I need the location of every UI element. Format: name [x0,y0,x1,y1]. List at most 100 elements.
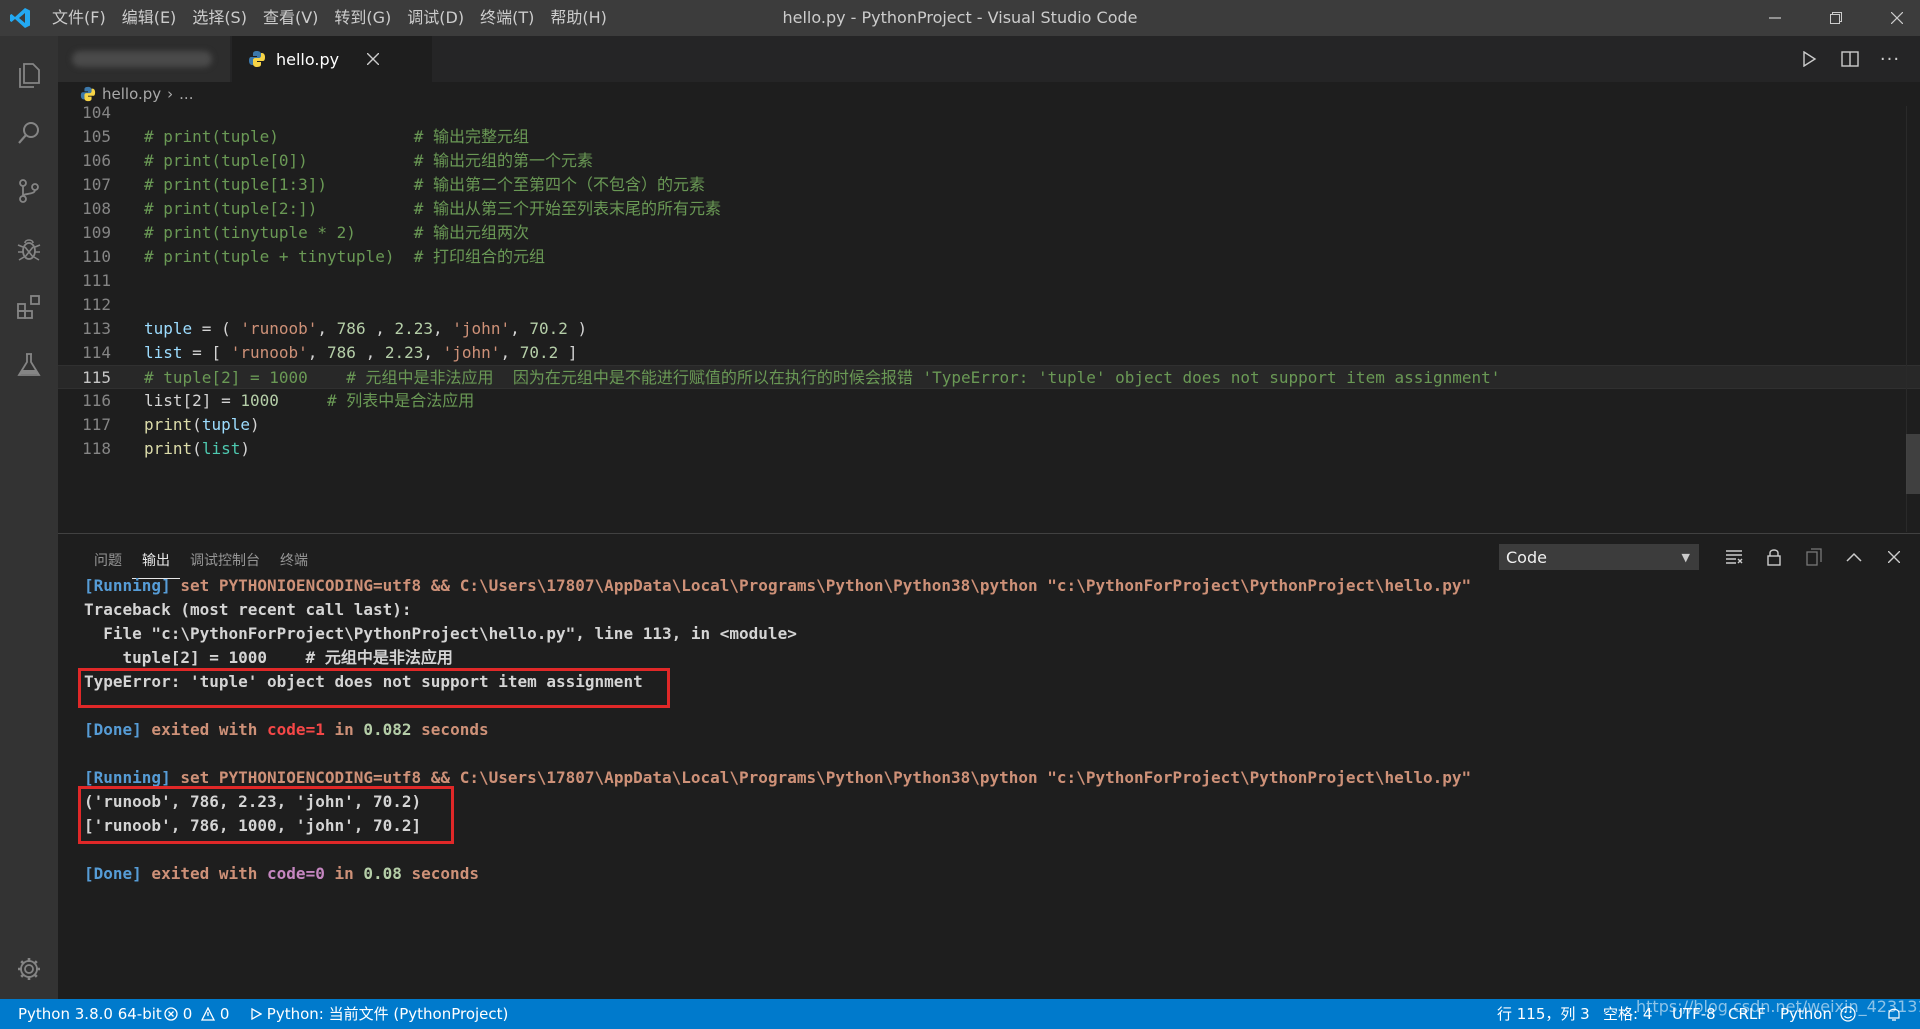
code-line[interactable]: 117 print(tuple) [58,413,1920,437]
code-line[interactable]: 109 # print(tinytuple * 2) # 输出元组两次 [58,221,1920,245]
code-line[interactable]: 113 tuple = ( 'runoob', 786 , 2.23, 'john… [58,317,1920,341]
output-line: [Done] exited with code=1 in 0.082 secon… [84,718,489,742]
highlight-box-result [78,786,454,844]
code-line[interactable]: 105 # print(tuple) # 输出完整元组 [58,125,1920,149]
maximize-panel-button[interactable] [1838,542,1870,572]
menu-item-4[interactable]: 转到(G) [326,0,399,36]
line-number: 116 [82,391,111,410]
manage-button[interactable] [0,940,58,998]
code-token: , [355,343,385,362]
status-bar: Python 3.8.0 64-bit 0 0 Python: 当前文件 (Py… [0,999,1920,1029]
menu-item-7[interactable]: 帮助(H) [542,0,615,36]
code-token: , [510,319,530,338]
cursor-position[interactable]: 行 115，列 3 [1497,999,1590,1029]
code-line[interactable]: 114 list = [ 'runoob', 786 , 2.23, 'john'… [58,341,1920,365]
code-token: list[2] = [144,391,241,410]
source-control-button[interactable] [0,162,58,220]
line-number: 111 [82,271,111,290]
output-channel-select[interactable]: Code ▼ [1499,544,1699,570]
explorer-button[interactable] [0,46,58,104]
open-log-button[interactable] [1798,542,1830,572]
warning-icon [201,1006,216,1021]
output-token: seconds [411,720,489,739]
menu-item-6[interactable]: 终端(T) [472,0,542,36]
code-line[interactable]: 118 print(list) [58,437,1920,461]
python-interpreter[interactable]: Python 3.8.0 64-bit [18,999,162,1029]
code-line[interactable]: 104 [58,106,1920,125]
test-button[interactable] [0,336,58,394]
output-token: code=0 [267,864,325,883]
tab-blurred[interactable] [58,36,230,82]
more-actions-button[interactable]: ··· [1870,36,1910,82]
line-code: # print(tuple) # 输出完整元组 [144,125,529,149]
split-editor-button[interactable] [1830,36,1870,82]
line-number: 115 [82,368,111,387]
output-line: tuple[2] = 1000 # 元组中是非法应用 [84,646,453,670]
menu-item-3[interactable]: 查看(V) [255,0,326,36]
activity-bar [0,36,58,999]
code-token: # print(tuple[1:3]) # 输出第二个至第四个（不包含）的元素 [144,175,705,194]
code-token: ) [240,439,250,458]
minimize-button[interactable] [1752,0,1798,36]
line-code: list[2] = 1000 # 列表中是合法应用 [144,389,474,413]
close-panel-button[interactable] [1878,542,1910,572]
menu-item-1[interactable]: 编辑(E) [114,0,185,36]
menu-item-5[interactable]: 调试(D) [399,0,472,36]
code-line[interactable]: 111 [58,269,1920,293]
code-line[interactable]: 116 list[2] = 1000 # 列表中是合法应用 [58,389,1920,413]
code-line[interactable]: 110 # print(tuple + tinytuple) # 打印组合的元组 [58,245,1920,269]
output-token: [Done] [84,720,142,739]
title-bar: 文件(F) 编辑(E) 选择(S) 查看(V) 转到(G) 调试(D) 终端(T) 帮助(H)… [0,0,1920,36]
lock-scroll-button[interactable] [1758,542,1790,572]
code-token: 70.2 [519,343,559,362]
line-code: # print(tuple[1:3]) # 输出第二个至第四个（不包含）的元素 [144,173,705,197]
code-token: 1000 [240,391,279,410]
breadcrumb-symbols[interactable]: ... [179,85,193,103]
code-token: # print(tuple + tinytuple) # 打印组合的元组 [144,247,545,266]
code-line[interactable]: 115 # tuple[2] = 1000 # 元组中是非法应用 因为在元组中是不… [58,365,1920,389]
output-token: set PYTHONIOENCODING=utf8 && C:\Users\17… [170,768,1472,787]
restore-button[interactable] [1813,0,1859,36]
menu-item-0[interactable]: 文件(F) [44,0,114,36]
code-line[interactable]: 108 # print(tuple[2:]) # 输出从第三个开始至列表末尾的所有… [58,197,1920,221]
menu-bar: 文件(F) 编辑(E) 选择(S) 查看(V) 转到(G) 调试(D) 终端(T) 帮助(H) [44,0,615,36]
debug-button[interactable] [0,220,58,278]
search-button[interactable] [0,104,58,162]
breadcrumb-file[interactable]: hello.py [102,85,161,103]
code-line[interactable]: 106 # print(tuple[0]) # 输出元组的第一个元素 [58,149,1920,173]
tab-hello-py[interactable]: hello.py [232,36,432,82]
panel-tab-2[interactable]: 调试控制台 [180,544,270,578]
close-tab-icon[interactable] [367,53,380,65]
output-line: [Done] exited with code=0 in 0.08 second… [84,862,479,886]
output-token: Traceback (most recent call last): [84,600,412,619]
output-token: [Running] [84,576,171,595]
code-token: , [307,343,328,362]
code-token: ) [567,319,588,338]
source-control-icon [19,179,39,203]
editor-scrollbar[interactable] [1906,434,1920,494]
code-token: list [144,343,183,362]
code-token: 786 [327,343,356,362]
run-button[interactable] [1789,36,1829,82]
output-token: 0.08 [363,864,402,883]
extensions-button[interactable] [0,278,58,336]
panel-tab-3[interactable]: 终端 [270,544,318,578]
python-file-icon [80,86,96,102]
code-token: # print(tinytuple * 2) # 输出元组两次 [144,223,529,242]
clear-output-button[interactable] [1718,542,1750,572]
panel-tab-0[interactable]: 问题 [84,544,132,578]
close-window-button[interactable] [1874,0,1920,36]
code-token: tuple [201,415,250,434]
search-icon [18,122,39,144]
code-line[interactable]: 112 [58,293,1920,317]
problems-indicator[interactable]: 0 0 [164,999,229,1029]
menu-item-2[interactable]: 选择(S) [184,0,255,36]
run-target[interactable]: Python: 当前文件 (PythonProject) [250,999,508,1029]
editor-tab-bar: hello.py ··· [58,36,1920,82]
code-line[interactable]: 107 # print(tuple[1:3]) # 输出第二个至第四个（不包含）的… [58,173,1920,197]
code-editor[interactable]: 104 105 # print(tuple) # 输出完整元组 106 # print(… [58,106,1920,532]
output-token: code=1 [267,720,325,739]
code-token: # print(tuple[0]) # 输出元组的第一个元素 [144,151,593,170]
output-token: set PYTHONIOENCODING=utf8 && C:\Users\17… [170,576,1472,595]
